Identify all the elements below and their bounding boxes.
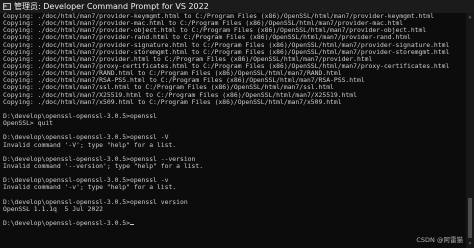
console-line: D:\develop\openssl-openssl-3.0.5> — [3, 219, 465, 227]
window-title: 管理员: Developer Command Prompt for VS 202… — [14, 2, 209, 11]
watermark: CSDN @阿雷猫 — [416, 236, 463, 244]
text-cursor — [129, 224, 134, 226]
console-line: OpenSSL 1.1.1q 5 Jul 2022 — [3, 204, 104, 213]
scroll-up-arrow-icon[interactable]: ▲ — [466, 13, 474, 21]
console-line: OpenSSL> quit — [3, 119, 54, 128]
scroll-down-arrow-icon[interactable]: ▼ — [466, 240, 474, 248]
console-window: >_ 管理员: Developer Command Prompt for VS … — [0, 0, 474, 248]
console-line: D:\develop\openssl-openssl-3.0.5>openssl — [3, 111, 157, 120]
console-line: Invalid command '-V'; type "help" for a … — [3, 140, 177, 149]
console-output[interactable]: Copying: ./doc/html/man7/provider-keymgm… — [3, 13, 465, 246]
console-line: Invalid command '--version'; type "help"… — [3, 161, 204, 170]
vertical-scrollbar[interactable]: ▲ ▼ — [466, 13, 474, 248]
cmd-icon: >_ — [3, 2, 11, 10]
title-bar[interactable]: >_ 管理员: Developer Command Prompt for VS … — [0, 0, 474, 13]
scrollbar-thumb[interactable] — [468, 198, 472, 238]
console-line: Copying: ./doc/html/man7/x509.html to C:… — [3, 97, 342, 106]
console-line: Invalid command '-v'; type "help" for a … — [3, 183, 177, 192]
